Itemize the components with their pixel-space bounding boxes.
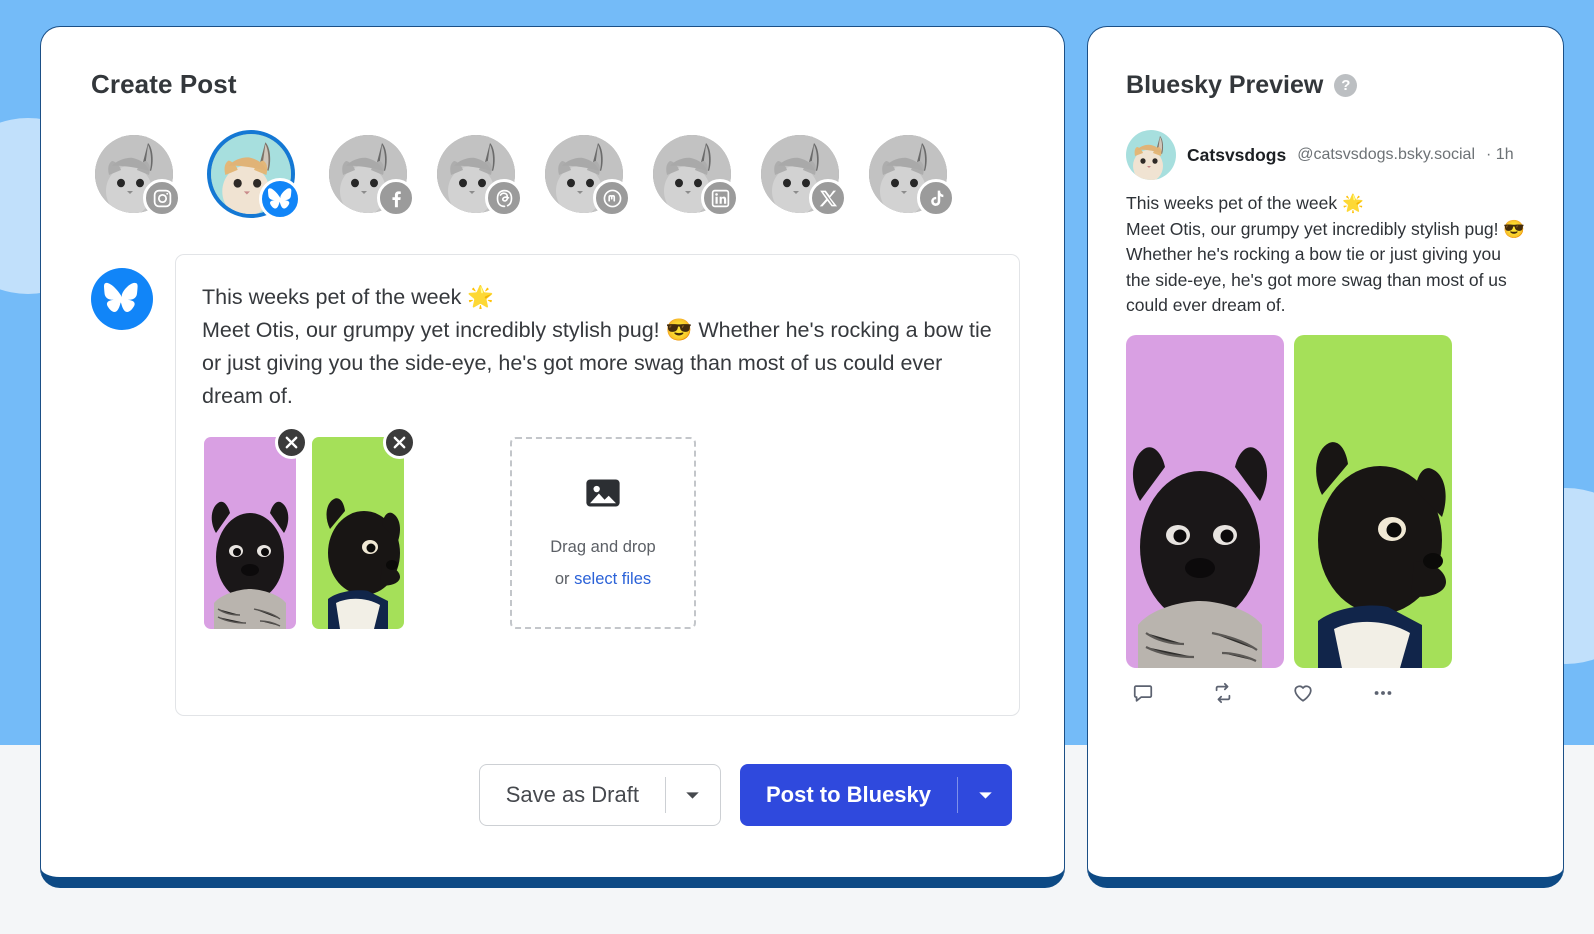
preview-header: Bluesky Preview ? xyxy=(1126,71,1527,100)
dropzone-or-text: or xyxy=(554,570,575,588)
account-chip-instagram[interactable] xyxy=(95,135,181,217)
preview-handle: @catsvsdogs.bsky.social xyxy=(1297,146,1476,163)
account-chip-threads[interactable] xyxy=(437,135,523,217)
heart-icon[interactable] xyxy=(1292,682,1372,704)
save-as-draft-dropdown-toggle[interactable] xyxy=(666,765,720,825)
mastodon-icon xyxy=(593,179,631,217)
preview-media-grid xyxy=(1126,334,1527,668)
save-as-draft-button[interactable]: Save as Draft xyxy=(478,764,721,826)
bluesky-preview-card: Bluesky Preview ? Catsvsdogs @catsvsdogs… xyxy=(1087,26,1564,888)
account-chip-bluesky[interactable] xyxy=(207,130,301,220)
dropzone-primary-text: Drag and drop xyxy=(550,538,656,556)
repost-icon[interactable] xyxy=(1212,682,1292,704)
preview-display-name: Catsvsdogs xyxy=(1187,144,1287,165)
facebook-icon xyxy=(377,179,415,217)
preview-post: Catsvsdogs @catsvsdogs.bsky.social · 1h … xyxy=(1126,130,1527,704)
x-icon xyxy=(809,179,847,217)
attachment-image xyxy=(204,437,296,629)
close-icon[interactable] xyxy=(275,426,308,459)
account-chip-x[interactable] xyxy=(761,135,847,217)
attachment-thumbnail[interactable] xyxy=(312,426,416,629)
post-to-bluesky-button[interactable]: Post to Bluesky xyxy=(739,764,1013,826)
avatar xyxy=(1126,130,1177,180)
composer-row: This weeks pet of the week 🌟 Meet Otis, … xyxy=(91,254,1021,716)
close-icon[interactable] xyxy=(383,426,416,459)
bluesky-logo-icon xyxy=(91,268,153,330)
page-title: Create Post xyxy=(91,69,237,99)
preview-action-bar xyxy=(1126,682,1527,704)
file-dropzone[interactable]: Drag and drop or select files xyxy=(510,437,696,629)
attachment-image xyxy=(312,437,404,629)
select-files-link[interactable]: select files xyxy=(574,570,651,588)
page-stage: Create Post This weeks pet of the week 🌟… xyxy=(0,0,1594,934)
preview-post-header: Catsvsdogs @catsvsdogs.bsky.social · 1h xyxy=(1126,130,1527,180)
preview-image[interactable] xyxy=(1294,334,1453,668)
instagram-icon xyxy=(143,179,181,217)
preview-timestamp: · 1h xyxy=(1486,146,1514,163)
comment-icon[interactable] xyxy=(1132,682,1212,704)
attachment-thumbnail[interactable] xyxy=(204,426,308,629)
post-editor-text: This weeks pet of the week 🌟 Meet Otis, … xyxy=(202,285,992,408)
post-editor[interactable]: This weeks pet of the week 🌟 Meet Otis, … xyxy=(175,254,1021,716)
preview-post-text: This weeks pet of the week 🌟 Meet Otis, … xyxy=(1126,193,1526,315)
post-to-bluesky-dropdown-toggle[interactable] xyxy=(958,764,1012,826)
tiktok-icon xyxy=(917,179,955,217)
dropzone-secondary-text: or select files xyxy=(555,566,651,592)
image-placeholder-icon xyxy=(584,474,622,512)
account-chip-facebook[interactable] xyxy=(329,135,415,217)
bluesky-icon xyxy=(259,178,301,220)
preview-title: Bluesky Preview xyxy=(1126,71,1324,99)
account-chip-tiktok[interactable] xyxy=(869,135,955,217)
save-as-draft-label: Save as Draft xyxy=(505,782,639,807)
threads-icon xyxy=(485,179,523,217)
attachment-strip: Drag and drop or select files xyxy=(202,426,995,629)
account-selector-row xyxy=(91,130,1020,220)
question-mark-icon[interactable]: ? xyxy=(1334,74,1358,97)
preview-image[interactable] xyxy=(1126,334,1285,668)
account-chip-mastodon[interactable] xyxy=(545,135,631,217)
account-chip-linkedin[interactable] xyxy=(653,135,739,217)
create-post-card: Create Post This weeks pet of the week 🌟… xyxy=(40,26,1066,888)
linkedin-icon xyxy=(701,179,739,217)
footer-actions: Save as Draft Post to Bluesky xyxy=(91,764,1020,826)
post-to-bluesky-label: Post to Bluesky xyxy=(765,782,932,807)
ellipsis-icon[interactable] xyxy=(1372,682,1452,704)
